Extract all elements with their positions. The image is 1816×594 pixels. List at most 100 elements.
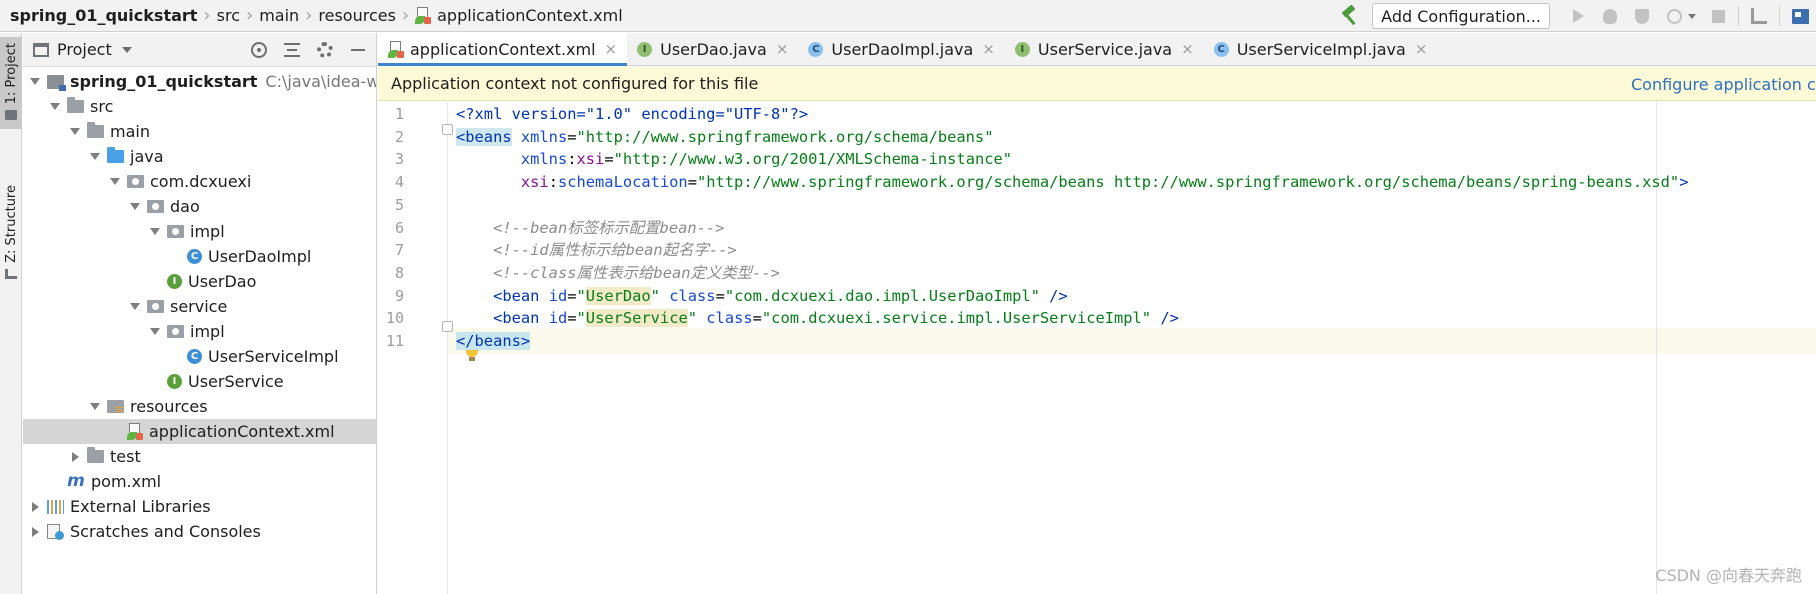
code-line[interactable]: <bean id="UserService" class="com.dcxuex… (456, 305, 1179, 331)
configure-application-context-link[interactable]: Configure application con (1631, 67, 1816, 100)
tree-item[interactable]: impl (23, 219, 376, 244)
tree-item[interactable]: service (23, 294, 376, 319)
hide-panel-icon[interactable] (348, 40, 368, 60)
tree-item-label: Scratches and Consoles (70, 522, 261, 541)
collapse-arrow-icon[interactable] (69, 451, 81, 463)
editor-gutter[interactable]: 1 2 3 4 5 6 7 8 9 10 11 (378, 102, 448, 594)
expand-arrow-icon[interactable] (49, 101, 61, 113)
tree-item[interactable]: m pom.xml (23, 469, 376, 494)
project-structure-icon[interactable] (1748, 5, 1770, 27)
breadcrumb-file[interactable]: applicationContext.xml (415, 0, 623, 32)
breadcrumb-separator: › (203, 5, 211, 26)
package-icon (147, 300, 164, 313)
editor-tab[interactable]: C UserDaoImpl.java × (798, 33, 1004, 65)
collapse-all-icon[interactable] (282, 40, 302, 60)
expand-arrow-icon[interactable] (149, 326, 161, 338)
module-settings-icon[interactable] (1789, 5, 1811, 27)
breadcrumb-separator: › (305, 5, 313, 26)
class-icon: C (808, 41, 824, 57)
tree-item[interactable]: test (23, 444, 376, 469)
tree-item-label: impl (190, 322, 225, 341)
close-icon[interactable]: × (982, 40, 995, 58)
tree-item-label: main (110, 122, 150, 141)
breadcrumb-project[interactable]: spring_01_quickstart (0, 0, 197, 32)
debug-icon[interactable] (1599, 5, 1621, 27)
expand-arrow-icon[interactable] (129, 201, 141, 213)
expand-arrow-icon[interactable] (89, 401, 101, 413)
tree-item[interactable]: applicationContext.xml (23, 419, 376, 444)
stop-icon[interactable] (1707, 5, 1729, 27)
expand-arrow-icon[interactable] (109, 176, 121, 188)
collapse-arrow-icon[interactable] (29, 501, 41, 513)
breadcrumb-main[interactable]: main (259, 0, 299, 32)
profile-icon[interactable] (1663, 5, 1685, 27)
tree-item[interactable]: java (23, 144, 376, 169)
expand-arrow-icon[interactable] (129, 301, 141, 313)
tree-item[interactable]: impl (23, 319, 376, 344)
code-line[interactable]: xsi:schemaLocation="http://www.springfra… (456, 169, 1689, 195)
class-icon: C (187, 349, 202, 364)
code-token: class (659, 286, 716, 305)
locate-file-icon[interactable] (249, 40, 269, 60)
tool-window-project-button[interactable]: 1: Project (0, 37, 22, 129)
tree-item[interactable]: dao (23, 194, 376, 219)
tree-item[interactable]: resources (23, 394, 376, 419)
close-icon[interactable]: × (1415, 40, 1428, 58)
editor-tab-label: UserDao.java (660, 39, 767, 59)
tree-item[interactable]: src (23, 94, 376, 119)
editor-tab[interactable]: I UserService.java × (1005, 33, 1204, 65)
code-token: <!--id属性标示给bean起名字--> (493, 241, 737, 260)
code-editor[interactable]: 1 2 3 4 5 6 7 8 9 10 11 <?xml version="1.0" encodi… (378, 102, 1816, 594)
breadcrumb-resources[interactable]: resources (318, 0, 396, 32)
navigation-bar: spring_01_quickstart › src › main › reso… (0, 0, 1816, 32)
expand-arrow-icon[interactable] (149, 226, 161, 238)
tree-item[interactable]: C UserServiceImpl (23, 344, 376, 369)
editor-tab[interactable]: applicationContext.xml × (378, 33, 628, 66)
build-hammer-icon[interactable] (1338, 4, 1360, 27)
close-icon[interactable]: × (776, 40, 789, 58)
run-icon[interactable] (1567, 5, 1589, 27)
editor-tab[interactable]: C UserServiceImpl.java × (1204, 33, 1438, 65)
tree-item[interactable]: C UserDaoImpl (23, 244, 376, 269)
project-window-icon (33, 42, 49, 57)
chevron-down-icon[interactable] (1688, 13, 1696, 19)
tree-item[interactable]: com.dcxuexi (23, 169, 376, 194)
close-icon[interactable]: × (605, 40, 618, 58)
tree-item[interactable]: I UserDao (23, 269, 376, 294)
fold-toggle-icon[interactable] (442, 321, 453, 332)
tree-item[interactable]: I UserService (23, 369, 376, 394)
package-icon (167, 225, 184, 238)
code-token: " (576, 309, 586, 328)
tree-item[interactable]: spring_01_quickstart C:\java\idea-worksp (23, 69, 376, 94)
libraries-icon (47, 499, 64, 514)
collapse-arrow-icon[interactable] (29, 526, 41, 538)
tree-item[interactable]: External Libraries (23, 494, 376, 519)
close-icon[interactable]: × (1181, 40, 1194, 58)
gear-icon[interactable] (315, 40, 335, 60)
coverage-icon[interactable] (1631, 5, 1653, 27)
expand-arrow-icon[interactable] (29, 76, 41, 88)
expand-arrow-icon[interactable] (89, 151, 101, 163)
editor-tab[interactable]: I UserDao.java × (627, 33, 798, 65)
tree-item-label: pom.xml (91, 472, 162, 491)
project-view-selector[interactable]: Project (57, 40, 112, 59)
tree-item[interactable]: Scratches and Consoles (23, 519, 376, 544)
code-token: = (715, 286, 725, 305)
fold-toggle-icon[interactable] (442, 124, 453, 135)
package-icon (127, 175, 144, 188)
code-token: = (604, 150, 614, 169)
code-token: "http://www.w3.org/2001/XMLSchema-instan… (613, 150, 1013, 169)
toolbar-divider (1779, 6, 1780, 26)
watermark: CSDN @向春天奔跑 (1655, 566, 1802, 585)
chevron-down-icon[interactable] (121, 46, 132, 53)
tool-window-structure-button[interactable]: Z: Structure (0, 181, 22, 281)
breadcrumb-src[interactable]: src (217, 0, 240, 32)
code-token: = (687, 173, 697, 192)
code-token: > (1679, 173, 1689, 192)
add-configuration-button[interactable]: Add Configuration... (1372, 3, 1550, 29)
tree-item[interactable]: main (23, 119, 376, 144)
code-line[interactable]: </beans> (456, 328, 531, 354)
expand-arrow-icon[interactable] (69, 126, 81, 138)
